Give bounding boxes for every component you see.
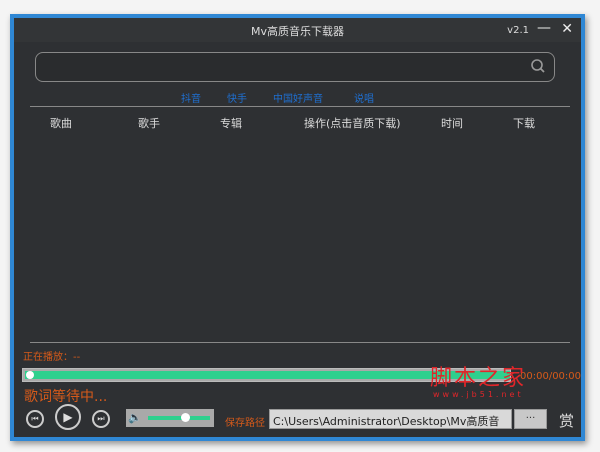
search-input[interactable] — [36, 53, 516, 81]
version-label: v2.1 — [507, 25, 529, 36]
speaker-icon[interactable]: 🔈 — [128, 411, 142, 425]
column-time: 时间 — [441, 117, 463, 130]
watermark-logo: 脚本之家 — [430, 366, 527, 391]
minimize-button[interactable]: — — [537, 20, 551, 36]
title-bar[interactable]: Mv高质音乐下载器 v2.1 — ✕ — [14, 18, 581, 42]
next-button[interactable]: ⏭ — [92, 410, 110, 428]
tab-good-voice[interactable]: 中国好声音 — [273, 90, 323, 105]
next-icon: ⏭ — [97, 414, 105, 423]
reward-button[interactable]: 赏 — [559, 410, 574, 431]
tab-kuaishou[interactable]: 快手 — [227, 90, 247, 105]
browse-button[interactable]: ... — [514, 409, 547, 429]
divider — [30, 106, 570, 107]
search-box — [35, 52, 555, 82]
tab-rap[interactable]: 说唱 — [354, 90, 374, 105]
column-song: 歌曲 — [50, 117, 72, 130]
column-album: 专辑 — [220, 117, 242, 130]
save-path-field[interactable]: C:\Users\Administrator\Desktop\Mv高质音 — [269, 409, 512, 429]
column-action: 操作(点击音质下载) — [304, 117, 401, 130]
play-icon: ▶ — [63, 410, 73, 424]
window-title: Mv高质音乐下载器 — [251, 25, 344, 38]
time-display: 00:00/00:00 — [520, 371, 582, 382]
volume-knob[interactable] — [181, 413, 191, 422]
column-artist: 歌手 — [138, 117, 160, 130]
tab-douyin[interactable]: 抖音 — [181, 90, 201, 105]
watermark-url: www.jb51.net — [433, 390, 524, 399]
close-button[interactable]: ✕ — [561, 21, 573, 37]
save-path-label: 保存路径 — [225, 418, 265, 429]
search-icon[interactable] — [530, 58, 546, 74]
previous-icon: ⏮ — [31, 414, 39, 423]
previous-button[interactable]: ⏮ — [26, 410, 44, 428]
divider — [30, 342, 570, 343]
now-playing: 正在播放：-- — [23, 352, 81, 363]
lyric-text: 歌词等待中... — [24, 389, 108, 405]
column-download: 下载 — [513, 117, 535, 130]
volume-slider[interactable] — [148, 416, 210, 420]
volume-control: 🔈 — [126, 409, 214, 427]
progress-knob[interactable] — [26, 371, 34, 379]
play-button[interactable]: ▶ — [55, 404, 81, 430]
